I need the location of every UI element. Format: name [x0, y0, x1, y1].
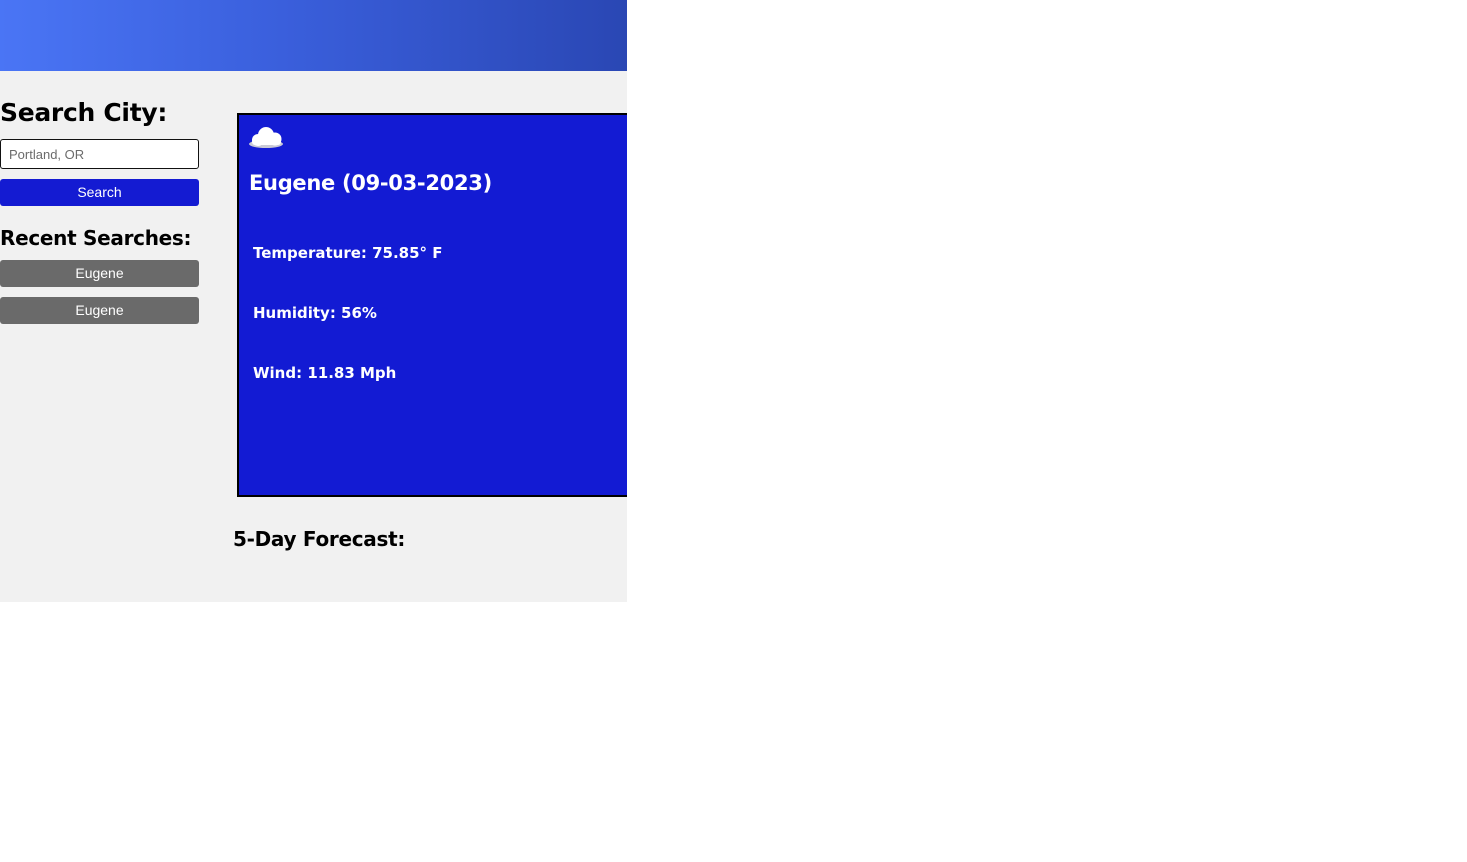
humidity-text: Humidity: 56% — [253, 304, 377, 322]
city-date-title: Eugene (09-03-2023) — [249, 171, 492, 195]
cloud-icon — [249, 127, 283, 148]
wind-text: Wind: 11.83 Mph — [253, 364, 397, 382]
search-city-heading: Search City: — [0, 98, 168, 127]
temperature-text: Temperature: 75.85° F — [253, 244, 443, 262]
weather-dashboard: Search City: Search Recent Searches: Eug… — [0, 0, 627, 602]
current-weather-card: Eugene (09-03-2023) Temperature: 75.85° … — [237, 113, 627, 497]
recent-search-button[interactable]: Eugene — [0, 297, 199, 324]
search-button[interactable]: Search — [0, 179, 199, 206]
header-banner — [0, 0, 627, 71]
recent-searches-heading: Recent Searches: — [0, 226, 192, 250]
recent-search-button[interactable]: Eugene — [0, 260, 199, 287]
city-search-input[interactable] — [0, 139, 199, 169]
five-day-forecast-heading: 5-Day Forecast: — [233, 527, 406, 551]
